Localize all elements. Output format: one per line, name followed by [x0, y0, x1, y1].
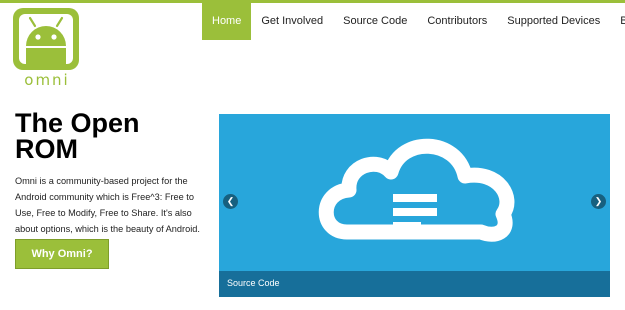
chevron-left-icon: ❮: [226, 196, 235, 206]
image-carousel[interactable]: ❮ ❯ Source Code: [219, 114, 610, 297]
carousel-next-button[interactable]: ❯: [591, 194, 606, 209]
logo-badge: [13, 8, 79, 70]
nav-item-source-code[interactable]: Source Code: [333, 3, 417, 40]
cloud-icon: [318, 138, 515, 242]
android-robot-icon: [19, 14, 73, 64]
carousel-prev-button[interactable]: ❮: [223, 194, 238, 209]
why-omni-button[interactable]: Why Omni?: [15, 239, 109, 269]
hero-description: Omni is a community-based project for th…: [15, 176, 200, 234]
logo-wordmark: omni: [24, 71, 70, 89]
carousel-caption: Source Code: [227, 278, 280, 288]
nav-item-home[interactable]: Home: [202, 3, 252, 40]
main-nav: Home Get Involved Source Code Contributo…: [202, 3, 625, 40]
nav-item-get-involved[interactable]: Get Involved: [251, 3, 333, 40]
nav-item-supported-devices[interactable]: Supported Devices: [497, 3, 610, 40]
carousel-caption-bar: Source Code: [219, 271, 610, 297]
hero-title: The Open ROM: [15, 108, 140, 164]
chevron-right-icon: ❯: [594, 196, 603, 206]
nav-item-blog[interactable]: Blog: [610, 3, 625, 40]
nav-item-contributors[interactable]: Contributors: [417, 3, 497, 40]
site-logo[interactable]: omni: [13, 8, 79, 89]
